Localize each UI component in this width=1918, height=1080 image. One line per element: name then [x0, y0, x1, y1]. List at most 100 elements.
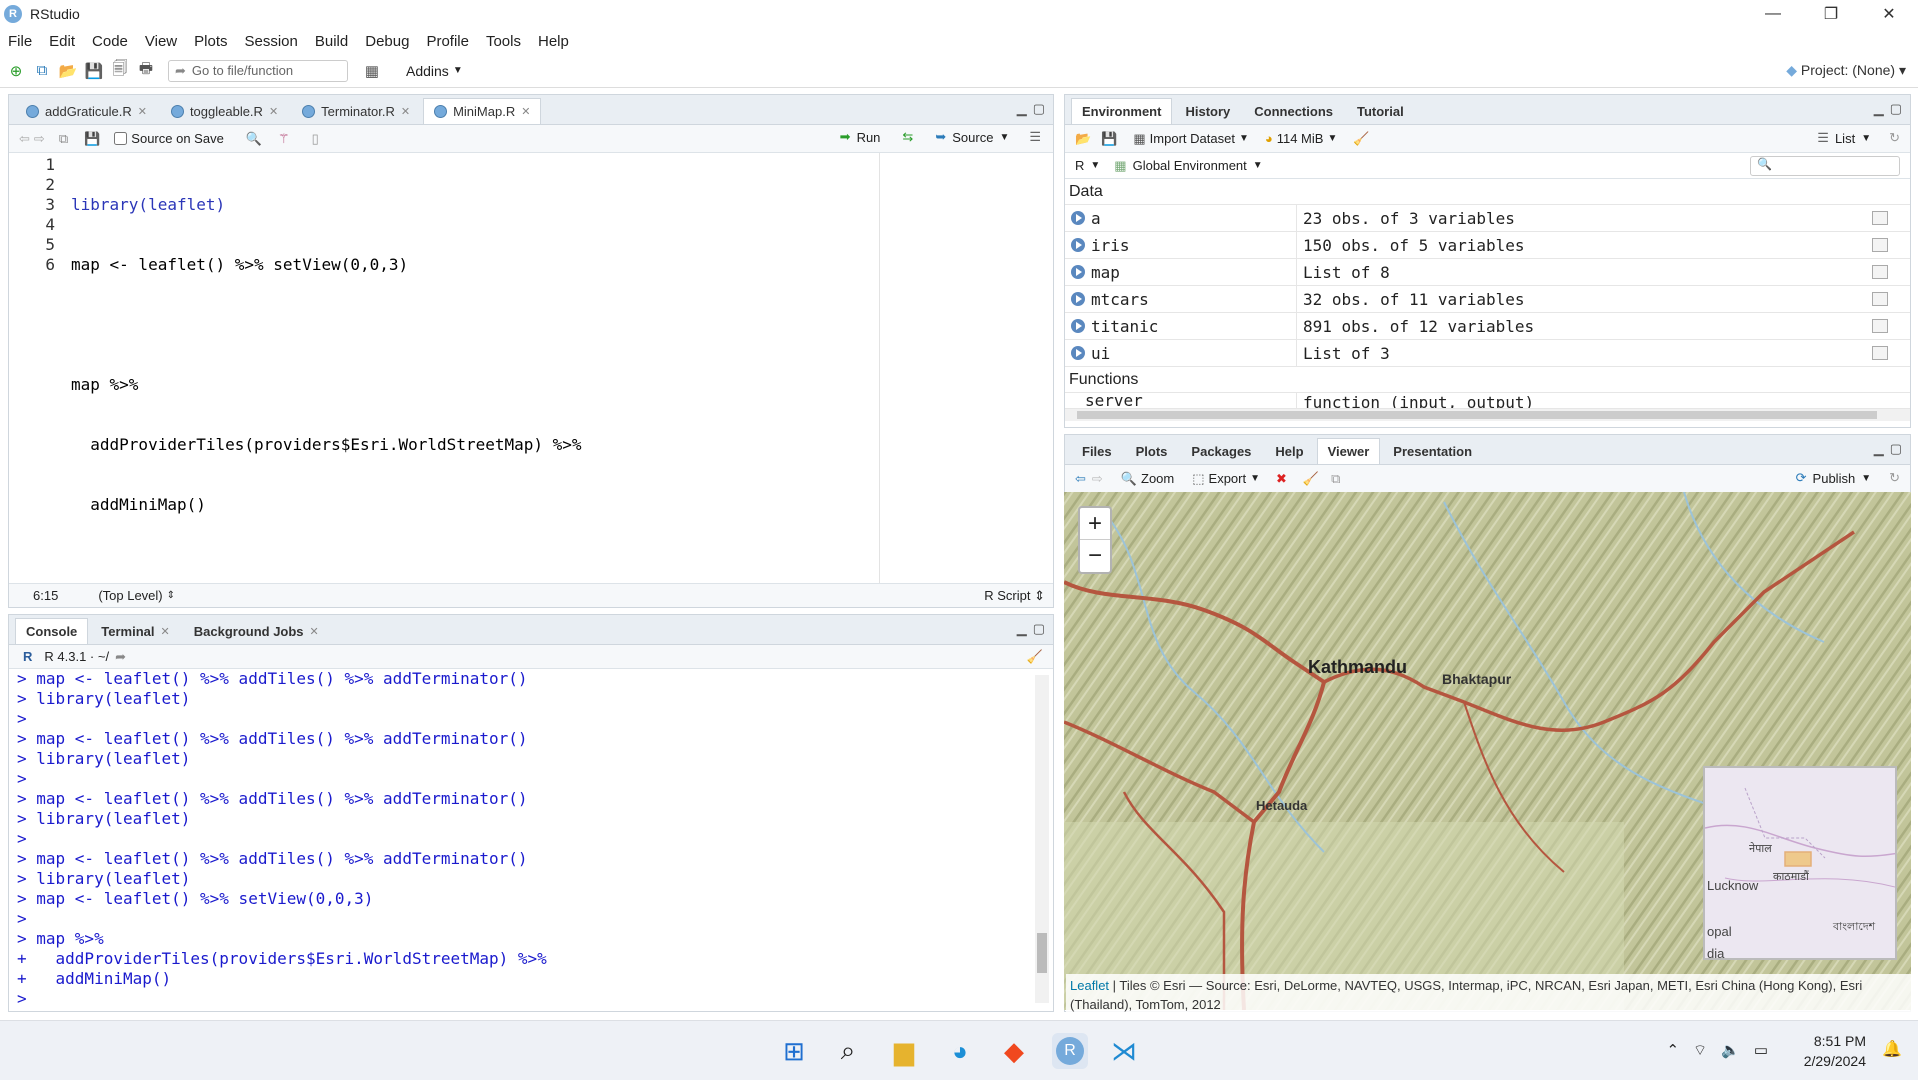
console-output[interactable]: > map <- leaflet() %>% addTiles() %>% ad… — [9, 669, 1031, 1011]
minimize-pane-icon[interactable]: ▁ — [1017, 101, 1027, 117]
zoom-button[interactable]: Zoom — [1141, 471, 1174, 486]
restore-button[interactable]: ❐ — [1802, 0, 1860, 28]
back-arrow-icon[interactable]: ⇦ — [1075, 471, 1086, 487]
volume-icon[interactable]: 🔈 — [1721, 1041, 1740, 1060]
environment-search-input[interactable]: 🔍 — [1750, 156, 1900, 176]
maximize-pane-icon[interactable]: ▢ — [1033, 621, 1045, 637]
tab-terminator[interactable]: Terminator.R ✕ — [291, 98, 421, 124]
show-in-window-icon[interactable]: ⧉ — [1331, 471, 1340, 487]
leaflet-map[interactable]: Kathmandu Bhaktapur Hetauda + − नेपाल का… — [1064, 492, 1911, 1010]
expand-icon[interactable] — [1071, 319, 1085, 333]
tab-connections[interactable]: Connections — [1243, 98, 1344, 124]
search-icon[interactable]: 🔍 — [246, 131, 262, 147]
back-arrow-icon[interactable]: ⇦ — [19, 131, 30, 147]
windows-start-icon[interactable]: ⊞ — [776, 1033, 812, 1069]
minimize-button[interactable]: — — [1744, 0, 1802, 28]
view-mode-select[interactable]: List — [1835, 131, 1855, 146]
search-icon[interactable] — [1872, 265, 1888, 279]
tab-files[interactable]: Files — [1071, 438, 1123, 464]
filetype-selector[interactable]: R Script ⇕ — [984, 588, 1045, 604]
go-to-dir-icon[interactable]: ➦ — [115, 649, 126, 665]
expand-icon[interactable] — [1071, 292, 1085, 306]
broom-icon[interactable]: 🧹 — [1353, 131, 1369, 147]
save-icon[interactable]: 💾 — [84, 61, 104, 81]
broom-icon[interactable]: 🧹 — [1303, 471, 1319, 487]
expand-icon[interactable] — [1071, 238, 1085, 252]
zoom-out-button[interactable]: − — [1080, 540, 1110, 572]
env-row-mtcars[interactable]: mtcars 32 obs. of 11 variables — [1065, 286, 1910, 313]
tab-presentation[interactable]: Presentation — [1382, 438, 1483, 464]
menu-build[interactable]: Build — [315, 33, 348, 50]
close-tab-icon[interactable]: ✕ — [310, 625, 319, 638]
edge-browser-icon[interactable]: ◕ — [942, 1033, 978, 1069]
env-row-ui[interactable]: ui List of 3 — [1065, 340, 1910, 367]
scope-selector[interactable]: (Top Level) — [98, 588, 162, 603]
brave-browser-icon[interactable]: ◆ — [996, 1033, 1032, 1069]
addins-menu[interactable]: Addins — [406, 63, 449, 79]
menu-session[interactable]: Session — [245, 33, 298, 50]
horizontal-scrollbar[interactable] — [1065, 409, 1910, 421]
leaflet-link[interactable]: Leaflet — [1070, 978, 1109, 993]
source-button[interactable]: Source — [952, 130, 993, 145]
save-icon[interactable]: 💾 — [84, 131, 100, 147]
tab-terminal[interactable]: Terminal ✕ — [90, 618, 180, 644]
tab-viewer[interactable]: Viewer — [1316, 438, 1381, 464]
tab-toggleable[interactable]: toggleable.R ✕ — [160, 98, 289, 124]
print-icon[interactable]: 🖶 — [136, 60, 156, 81]
forward-arrow-icon[interactable]: ⇨ — [34, 131, 45, 147]
forward-arrow-icon[interactable]: ⇨ — [1092, 471, 1103, 487]
grid-icon[interactable] — [1872, 238, 1888, 252]
scrollbar-thumb[interactable] — [1077, 411, 1877, 419]
tab-addgraticule[interactable]: addGraticule.R ✕ — [15, 98, 158, 124]
maximize-pane-icon[interactable]: ▢ — [1890, 441, 1902, 457]
magic-wand-icon[interactable]: ⚚ — [278, 131, 290, 147]
tab-background-jobs[interactable]: Background Jobs ✕ — [183, 618, 330, 644]
menu-plots[interactable]: Plots — [194, 33, 227, 50]
expand-icon[interactable] — [1071, 346, 1085, 360]
export-button[interactable]: Export — [1209, 471, 1247, 486]
rerun-icon[interactable]: ⇆ — [902, 129, 913, 145]
close-tab-icon[interactable]: ✕ — [401, 105, 410, 118]
code-editor[interactable]: 1 2 3 4 5 6 library(leaflet) map <- leaf… — [9, 153, 861, 593]
close-button[interactable]: ✕ — [1860, 0, 1918, 28]
system-clock[interactable]: 8:51 PM 2/29/2024 — [1804, 1031, 1866, 1071]
menu-debug[interactable]: Debug — [365, 33, 409, 50]
menu-file[interactable]: File — [8, 33, 32, 50]
new-file-icon[interactable]: ⊕ — [6, 61, 26, 81]
chevron-up-icon[interactable]: ⌃ — [1666, 1041, 1679, 1060]
tab-packages[interactable]: Packages — [1180, 438, 1262, 464]
close-tab-icon[interactable]: ✕ — [269, 105, 278, 118]
project-menu[interactable]: ◆ Project: (None) ▾ — [1786, 62, 1906, 79]
expand-icon[interactable] — [1071, 265, 1085, 279]
tab-environment[interactable]: Environment — [1071, 98, 1173, 124]
menu-help[interactable]: Help — [538, 33, 569, 50]
memory-usage[interactable]: 114 MiB — [1277, 131, 1324, 146]
open-file-icon[interactable]: 📂 — [58, 61, 78, 81]
env-row-a[interactable]: a 23 obs. of 3 variables — [1065, 205, 1910, 232]
clear-viewer-icon[interactable]: ✖ — [1276, 471, 1287, 487]
show-in-window-icon[interactable]: ⧉ — [59, 131, 68, 147]
compile-report-icon[interactable]: ▯ — [312, 131, 319, 147]
menu-code[interactable]: Code — [92, 33, 128, 50]
goto-file-input[interactable]: ➦ Go to file/function — [168, 59, 348, 82]
scrollbar-thumb[interactable] — [1037, 933, 1047, 973]
grid-icon[interactable] — [1872, 211, 1888, 225]
pane-layout-icon[interactable]: ▦ — [362, 61, 382, 81]
tab-help[interactable]: Help — [1264, 438, 1314, 464]
source-on-save-checkbox[interactable] — [114, 132, 128, 145]
refresh-icon[interactable]: ↻ — [1889, 470, 1900, 486]
grid-icon[interactable] — [1872, 319, 1888, 333]
chevron-down-icon[interactable]: ▼ — [999, 132, 1009, 143]
tab-plots[interactable]: Plots — [1125, 438, 1179, 464]
load-workspace-icon[interactable]: 📂 — [1075, 131, 1091, 147]
maximize-pane-icon[interactable]: ▢ — [1890, 101, 1902, 117]
tab-minimap[interactable]: MiniMap.R ✕ — [423, 98, 542, 124]
close-tab-icon[interactable]: ✕ — [521, 105, 530, 118]
minimize-pane-icon[interactable]: ▁ — [1017, 621, 1027, 637]
zoom-in-button[interactable]: + — [1080, 508, 1110, 540]
close-tab-icon[interactable]: ✕ — [161, 625, 170, 638]
env-row-titanic[interactable]: titanic 891 obs. of 12 variables — [1065, 313, 1910, 340]
close-tab-icon[interactable]: ✕ — [138, 105, 147, 118]
save-all-icon[interactable]: 🗐 — [110, 60, 130, 81]
minimize-pane-icon[interactable]: ▁ — [1874, 441, 1884, 457]
